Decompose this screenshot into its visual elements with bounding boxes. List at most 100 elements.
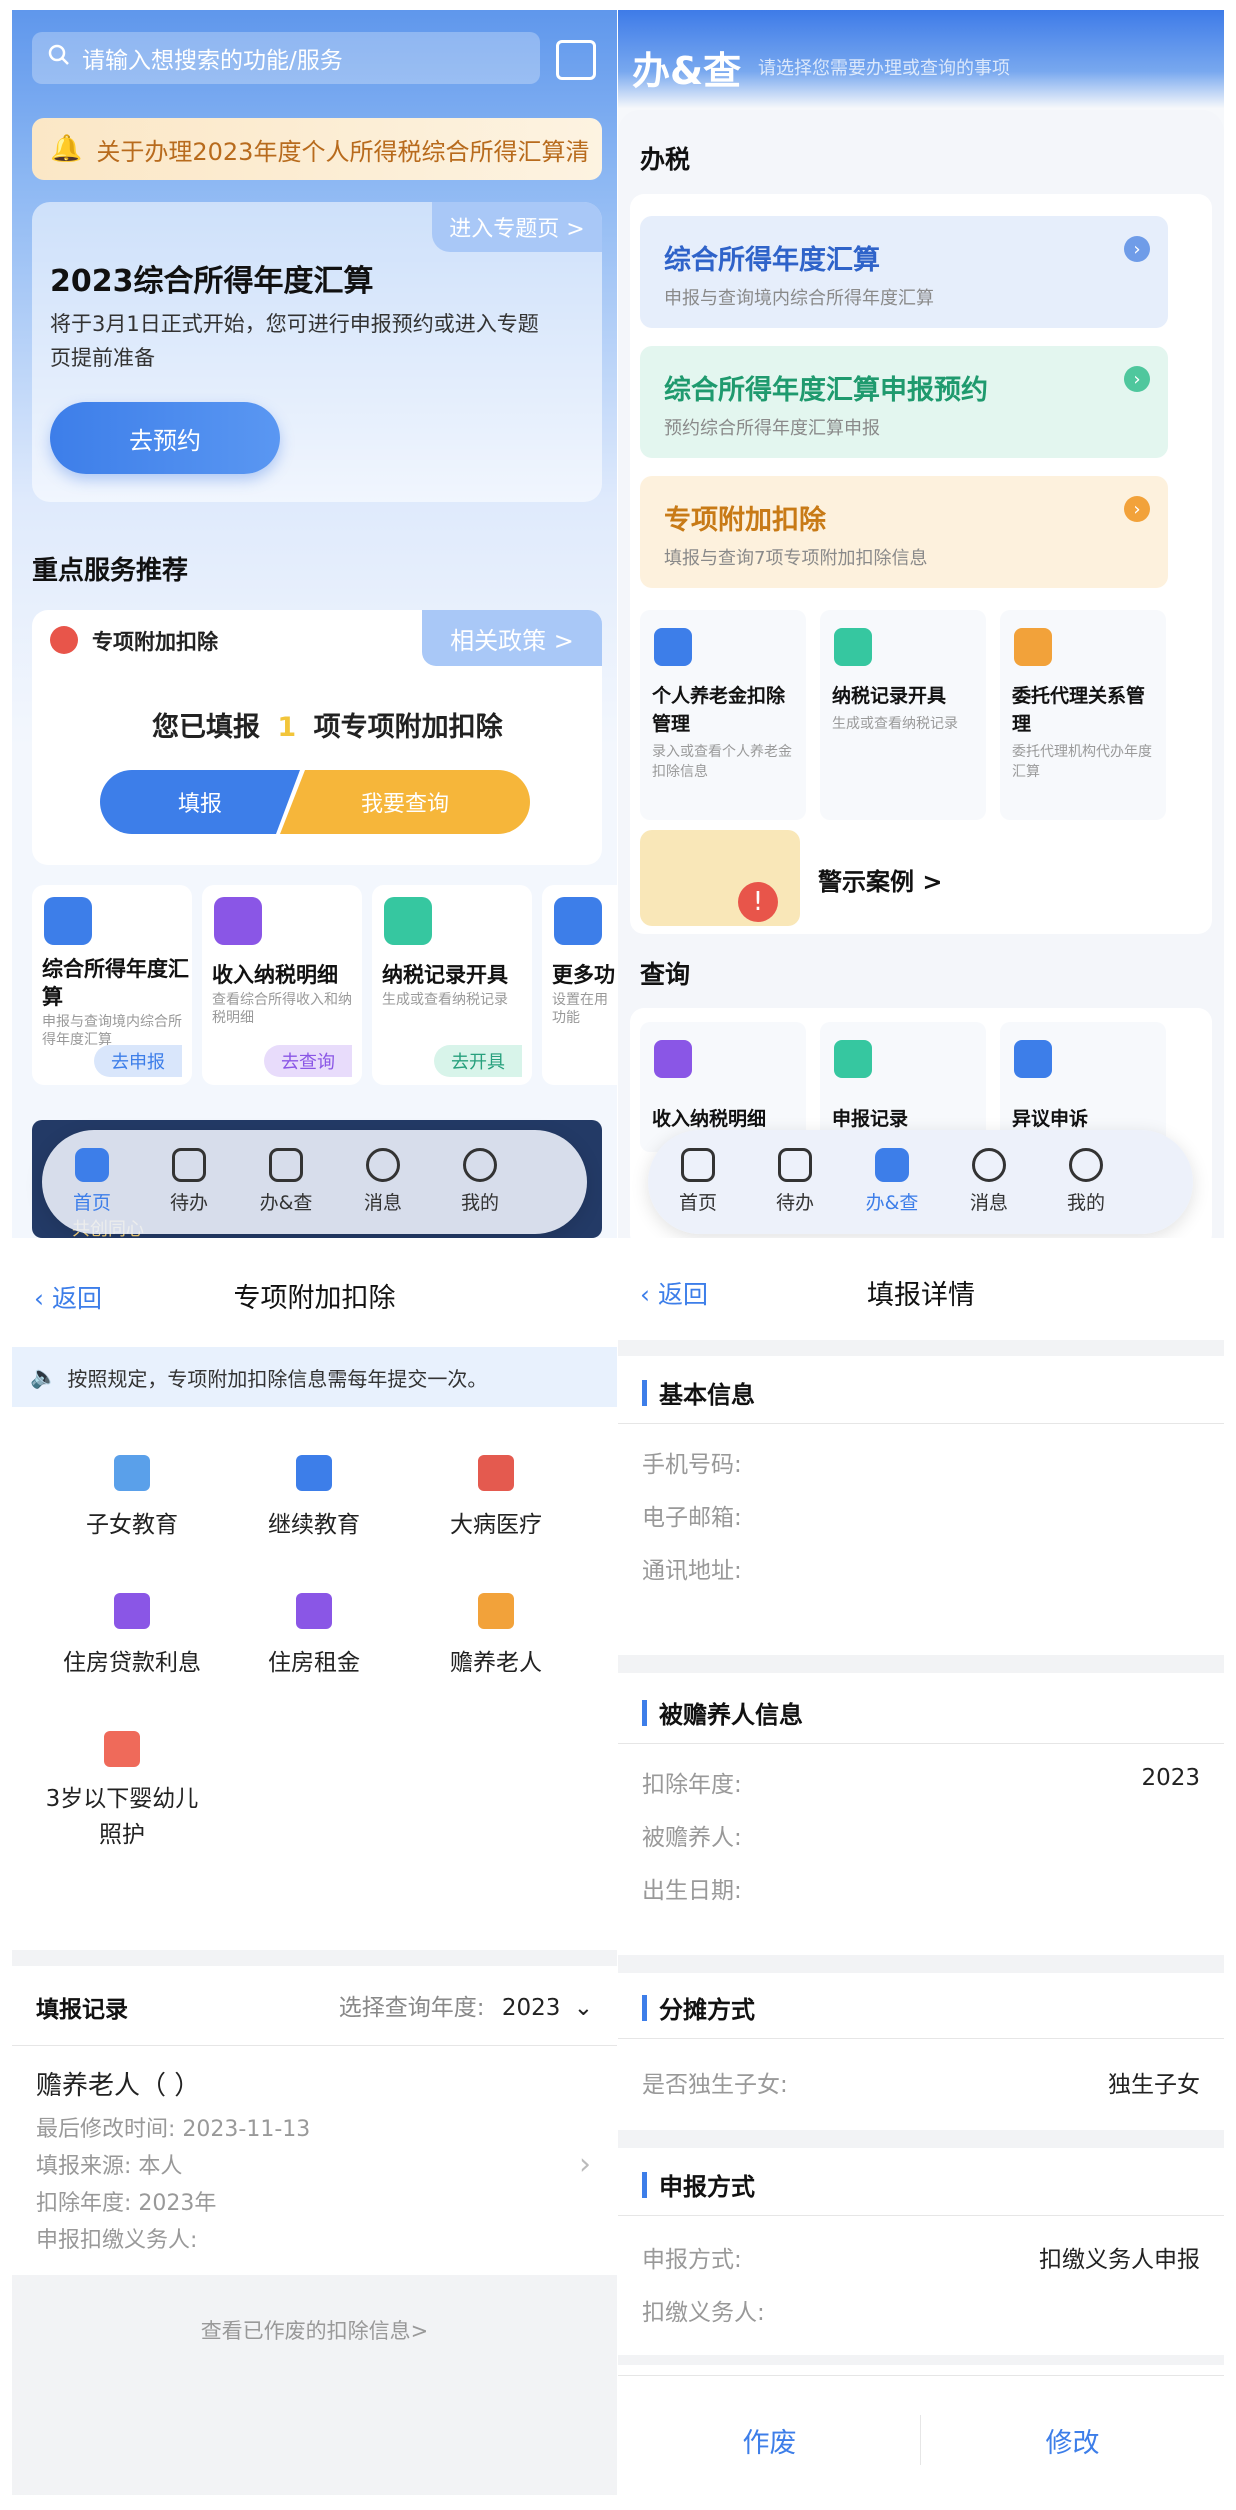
search-placeholder: 请输入想搜索的功能/服务: [82, 48, 343, 74]
year-value: 2023: [501, 1995, 561, 2021]
edit-button[interactable]: 修改: [921, 2400, 1224, 2480]
record-item[interactable]: 赡养老人（ ） 最后修改时间: 2023-11-13 填报来源: 本人 扣除年度…: [12, 2047, 617, 2272]
warning-illustration: [640, 830, 800, 926]
query-detail-button[interactable]: 去查询: [264, 1045, 352, 1077]
chevron-right-icon: ›: [1124, 236, 1150, 262]
medical-kit-icon: [478, 1455, 514, 1491]
house-key-icon: [296, 1593, 332, 1629]
back-button[interactable]: ‹ 返回: [34, 1279, 102, 1315]
warning-cases-link[interactable]: 警示案例 >: [818, 862, 942, 897]
baby-icon: [104, 1731, 140, 1767]
scan-icon[interactable]: [556, 40, 596, 80]
email-label: 电子邮箱:: [642, 1505, 742, 1531]
tab-messages[interactable]: 消息: [949, 1148, 1029, 1215]
service-title: 纳税记录开具: [382, 963, 508, 987]
deduct-year-label: 扣除年度:: [642, 1772, 742, 1798]
category-serious-illness[interactable]: 大病医疗: [406, 1455, 586, 1539]
policy-button[interactable]: 相关政策 >: [422, 610, 602, 666]
service-item-income[interactable]: 收入纳税明细 查看综合所得收入和纳税明细 去查询: [202, 885, 362, 1085]
appeal-icon: [1014, 1040, 1052, 1078]
category-elderly-support[interactable]: 赡养老人: [406, 1593, 586, 1677]
tab-home[interactable]: 首页: [658, 1148, 738, 1215]
service-item-settlement[interactable]: 综合所得年度汇算 申报与查询境内综合所得年度汇算 去申报: [32, 885, 192, 1085]
tab-label: 我的: [460, 1192, 499, 1214]
search-input[interactable]: 请输入想搜索的功能/服务: [32, 32, 540, 84]
tab-mine[interactable]: 我的: [440, 1148, 520, 1215]
voided-records-link[interactable]: 查看已作废的扣除信息>: [12, 2315, 617, 2345]
service-desc: 查看综合所得收入和纳税明细: [212, 992, 352, 1026]
topic-page-button[interactable]: 进入专题页 >: [432, 202, 602, 252]
service-item-more[interactable]: 更多功 设置在用功能: [542, 885, 617, 1085]
reserve-button[interactable]: 去预约: [50, 402, 280, 474]
footer-area: 查看已作废的扣除信息>: [12, 2275, 617, 2495]
tab-handle-query[interactable]: 办&查: [246, 1148, 326, 1215]
tab-messages[interactable]: 消息: [343, 1148, 423, 1215]
record-source: 填报来源: 本人: [36, 2154, 183, 2179]
tab-handle-query[interactable]: 办&查: [852, 1148, 932, 1215]
reservation-card[interactable]: 综合所得年度汇算申报预约 预约综合所得年度汇算申报 ›: [640, 346, 1168, 458]
smile-icon: [463, 1148, 497, 1182]
stat-count: 1: [277, 712, 297, 743]
tab-label: 办&查: [259, 1192, 313, 1214]
service-title: 综合所得年度汇算: [42, 957, 189, 1009]
tax-record-icon: [834, 628, 872, 666]
declare-method-value: 扣缴义务人申报: [1039, 2247, 1200, 2273]
declare-method-label: 申报方式:: [642, 2247, 742, 2273]
year-selector[interactable]: 选择查询年度: 2023 ⌄: [339, 1988, 593, 2022]
detail-screen: 填报详情 ‹ 返回 基本信息 手机号码: 电子邮箱: 通讯地址: 被赡养人信息 …: [618, 1245, 1224, 2495]
tab-todo[interactable]: 待办: [755, 1148, 835, 1215]
category-infant-care[interactable]: 3岁以下婴幼儿照护: [42, 1731, 202, 1853]
birth-date-label: 出生日期:: [642, 1878, 742, 1904]
declare-button[interactable]: 去申报: [94, 1045, 182, 1077]
withholding-agent-label: 扣缴义务人:: [642, 2300, 765, 2326]
stat-prefix: 您已填报: [152, 712, 260, 743]
fill-button[interactable]: 填报: [100, 770, 300, 834]
deduction-stat: 您已填报 1 项专项附加扣除: [152, 705, 503, 744]
item-title: 个人养老金扣除管理: [652, 685, 786, 735]
split-method-title: 分摊方式: [642, 1990, 755, 2025]
service-item-record[interactable]: 纳税记录开具 生成或查看纳税记录 去开具: [372, 885, 532, 1085]
issue-button[interactable]: 去开具: [434, 1045, 522, 1077]
query-button[interactable]: 我要查询: [280, 770, 530, 834]
settlement-card[interactable]: 综合所得年度汇算 申报与查询境内综合所得年度汇算 ›: [640, 216, 1168, 328]
category-children-education[interactable]: 子女教育: [42, 1455, 222, 1539]
address-label: 通讯地址:: [642, 1558, 742, 1584]
category-mortgage-interest[interactable]: 住房贷款利息: [42, 1593, 222, 1677]
section-label: 基本信息: [659, 1381, 755, 1409]
supported-info-title: 被赡养人信息: [642, 1695, 803, 1730]
smile-icon: [1069, 1148, 1103, 1182]
card-title: 综合所得年度汇算: [664, 245, 880, 276]
query-label: 申报记录: [832, 1108, 909, 1130]
alert-icon: !: [738, 882, 778, 922]
notice-bar[interactable]: 🔔 关于办理2023年度个人所得税综合所得汇算清: [32, 118, 602, 180]
section-title: 重点服务推荐: [32, 556, 189, 586]
tab-label: 待办: [169, 1192, 208, 1214]
chevron-right-icon: ›: [579, 2147, 591, 2182]
category-continuing-education[interactable]: 继续教育: [224, 1455, 404, 1539]
home-icon: [681, 1148, 715, 1182]
tax-record-item[interactable]: 纳税记录开具 生成或查看纳税记录: [820, 610, 986, 820]
category-label: 继续教育: [268, 1512, 360, 1538]
back-button[interactable]: ‹ 返回: [640, 1275, 708, 1311]
agency-management-item[interactable]: 委托代理关系管理 委托代理机构代办年度汇算: [1000, 610, 1166, 820]
special-deduction-card[interactable]: 专项附加扣除 填报与查询7项专项附加扣除信息 ›: [640, 476, 1168, 588]
deduction-icon: [50, 626, 78, 654]
void-button[interactable]: 作废: [618, 2400, 921, 2480]
tab-mine[interactable]: 我的: [1046, 1148, 1126, 1215]
tab-label: 首页: [678, 1192, 717, 1214]
nav-bar: 填报详情: [618, 1245, 1224, 1340]
item-desc: 生成或查看纳税记录: [832, 716, 958, 732]
category-label: 3岁以下婴幼儿照护: [45, 1786, 199, 1848]
back-label: 返回: [657, 1280, 708, 1309]
category-label: 住房贷款利息: [63, 1650, 201, 1676]
income-detail-icon: [214, 897, 262, 945]
card-title: 综合所得年度汇算申报预约: [664, 375, 988, 406]
tab-todo[interactable]: 待办: [149, 1148, 229, 1215]
agency-icon: [1014, 628, 1052, 666]
divider: [618, 2355, 1224, 2365]
banner-title: 2023综合所得年度汇算: [50, 264, 374, 299]
tab-home[interactable]: 首页: [52, 1148, 132, 1215]
pension-management-item[interactable]: 个人养老金扣除管理 录入或查看个人养老金扣除信息: [640, 610, 806, 820]
category-housing-rent[interactable]: 住房租金: [224, 1593, 404, 1677]
deduction-screen: 专项附加扣除 ‹ 返回 🔈 按照规定，专项附加扣除信息需每年提交一次。 子女教育…: [12, 1245, 617, 2495]
